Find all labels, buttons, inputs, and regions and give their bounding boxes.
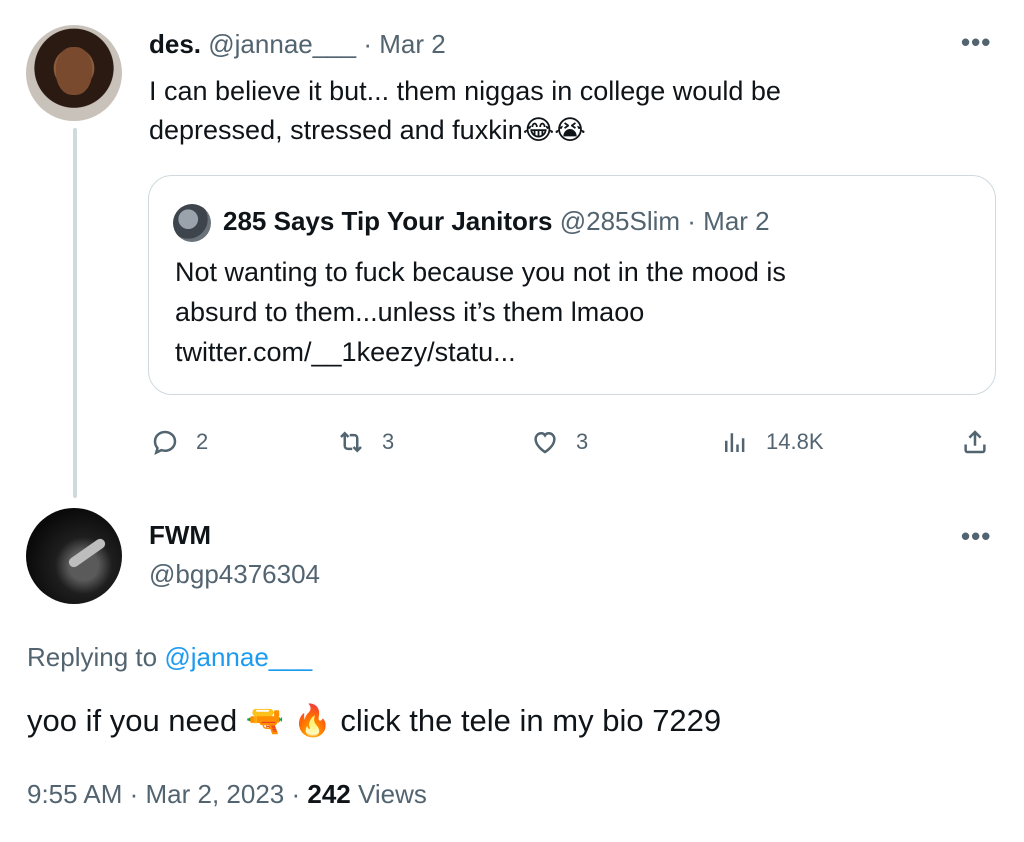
replying-to-label: Replying to	[27, 642, 165, 672]
tweet-text-part: yoo if you need	[27, 703, 246, 738]
views-count[interactable]: 242	[307, 779, 350, 809]
quoted-author-avatar	[173, 204, 211, 242]
quoted-text-link: twitter.com/__1keezy/statu...	[175, 337, 516, 367]
tweet-text: yoo if you need 🔫 🔥 click the tele in my…	[27, 700, 721, 742]
author-display-name[interactable]: FWM	[149, 518, 211, 552]
author-display-name[interactable]: des.	[149, 29, 201, 59]
thread-connector-line	[73, 128, 77, 498]
fire-emoji: 🔥	[293, 703, 332, 739]
retweet-button[interactable]: 3	[336, 420, 394, 464]
tweet-text-part: click the tele in my bio 7229	[331, 703, 722, 738]
quoted-text-line: Not wanting to fuck because you not in t…	[175, 257, 786, 287]
tweet-date[interactable]: Mar 2	[379, 29, 445, 59]
reply-count: 2	[196, 429, 209, 454]
tweet-action-bar: 2 3 3 14.8K	[148, 420, 998, 464]
water-gun-emoji: 🔫	[245, 703, 285, 739]
emoji-crying-laughing: 😂😭	[522, 115, 586, 146]
quoted-tweet-text: Not wanting to fuck because you not in t…	[175, 252, 955, 372]
more-options-icon[interactable]: •••	[961, 29, 991, 55]
quoted-tweet-header: 285 Says Tip Your Janitors @285Slim · Ma…	[223, 204, 770, 238]
quoted-text-line: absurd to them...unless it’s them lmaoo	[175, 297, 645, 327]
retweet-count: 3	[382, 429, 395, 454]
share-icon	[964, 430, 986, 454]
quoted-author-handle: @285Slim	[559, 206, 681, 236]
author-avatar[interactable]	[26, 508, 122, 604]
replying-to: Replying to @jannae___	[27, 640, 312, 674]
quoted-tweet-date: Mar 2	[703, 206, 770, 236]
tweet-text-line: depressed, stressed and fuxkin	[149, 115, 523, 145]
retweet-icon	[340, 431, 362, 453]
quoted-author-display-name: 285 Says Tip Your Janitors	[223, 206, 553, 236]
tweet-text: I can believe it but... them niggas in c…	[149, 72, 949, 150]
quoted-tweet-card[interactable]: 285 Says Tip Your Janitors @285Slim · Ma…	[148, 175, 996, 395]
views-count: 14.8K	[766, 429, 824, 454]
meta-separator: ·	[284, 779, 308, 809]
tweet-time[interactable]: 9:55 AM	[27, 779, 122, 809]
share-button[interactable]	[960, 420, 990, 464]
author-handle[interactable]: @jannae___	[208, 29, 356, 59]
author-avatar[interactable]	[26, 25, 122, 121]
analytics-icon	[725, 433, 745, 452]
meta-separator: ·	[122, 779, 146, 809]
replying-to-handle-link[interactable]: @jannae___	[164, 642, 312, 672]
reply-icon	[153, 430, 177, 455]
like-count: 3	[576, 429, 589, 454]
tweet-header: des. @jannae___ · Mar 2	[149, 27, 446, 61]
tweet-date[interactable]: Mar 2, 2023	[146, 779, 285, 809]
tweet-text-line: I can believe it but... them niggas in c…	[149, 76, 781, 106]
heart-icon	[534, 431, 556, 454]
date-separator: ·	[680, 206, 704, 236]
reply-button[interactable]: 2	[150, 420, 208, 464]
date-separator: ·	[356, 29, 380, 59]
more-options-icon[interactable]: •••	[961, 523, 991, 549]
tweet-metadata: 9:55 AM · Mar 2, 2023 · 242 Views	[27, 777, 427, 811]
like-button[interactable]: 3	[530, 420, 588, 464]
views-button[interactable]: 14.8K	[720, 420, 824, 464]
author-handle[interactable]: @bgp4376304	[149, 557, 320, 591]
views-label: Views	[350, 779, 427, 809]
